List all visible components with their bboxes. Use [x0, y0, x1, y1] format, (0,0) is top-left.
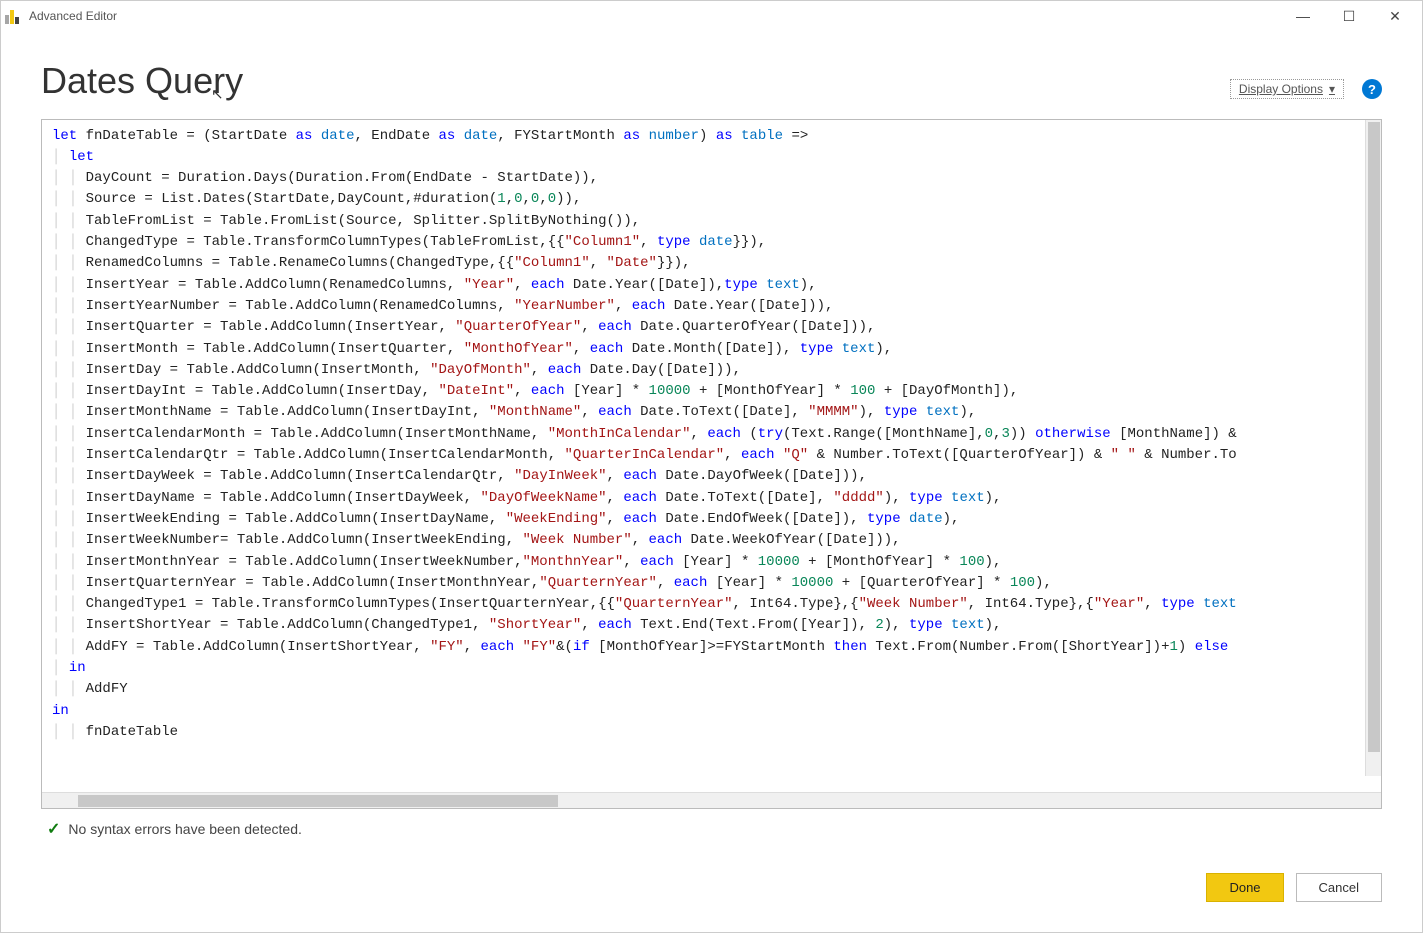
cancel-button[interactable]: Cancel: [1296, 873, 1382, 902]
help-icon-glyph: ?: [1368, 82, 1376, 97]
page-title: Dates Query ↖: [41, 61, 243, 101]
vertical-scroll-thumb[interactable]: [1368, 122, 1380, 752]
window-title: Advanced Editor: [29, 9, 117, 23]
dialog-footer: Done Cancel: [1, 855, 1422, 932]
header-row: Dates Query ↖ Display Options ▾ ?: [41, 61, 1382, 101]
window-titlebar: Advanced Editor — ☐ ✕: [1, 1, 1422, 31]
maximize-button[interactable]: ☐: [1326, 1, 1372, 31]
code-area[interactable]: let fnDateTable = (StartDate as date, En…: [42, 120, 1381, 792]
minimize-button[interactable]: —: [1280, 1, 1326, 31]
display-options-label: Display Options: [1239, 82, 1323, 96]
editor-content: Dates Query ↖ Display Options ▾ ? let fn…: [1, 31, 1422, 855]
syntax-status: ✓ No syntax errors have been detected.: [41, 809, 1382, 845]
display-options-dropdown[interactable]: Display Options ▾: [1230, 79, 1344, 99]
help-icon[interactable]: ?: [1362, 79, 1382, 99]
horizontal-scrollbar[interactable]: [42, 792, 1381, 808]
done-button[interactable]: Done: [1206, 873, 1283, 902]
code-text[interactable]: let fnDateTable = (StartDate as date, En…: [42, 120, 1381, 750]
header-right: Display Options ▾ ?: [1230, 61, 1382, 99]
syntax-status-text: No syntax errors have been detected.: [68, 821, 301, 837]
code-editor[interactable]: let fnDateTable = (StartDate as date, En…: [41, 119, 1382, 809]
vertical-scrollbar[interactable]: [1365, 120, 1381, 776]
close-button[interactable]: ✕: [1372, 1, 1418, 31]
powerbi-icon: [5, 8, 21, 24]
chevron-down-icon: ▾: [1329, 82, 1335, 96]
advanced-editor-window: Advanced Editor — ☐ ✕ Dates Query ↖ Disp…: [0, 0, 1423, 933]
horizontal-scroll-thumb[interactable]: [78, 795, 558, 807]
mouse-cursor-icon: ↖: [211, 87, 224, 104]
check-icon: ✓: [47, 819, 60, 839]
